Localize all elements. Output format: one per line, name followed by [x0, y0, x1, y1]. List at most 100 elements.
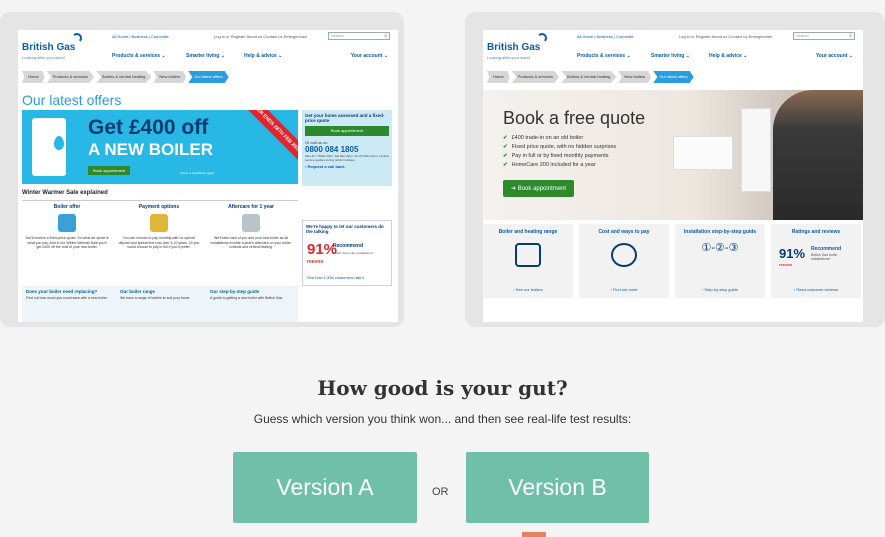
- search-icon: ⌕: [384, 33, 387, 39]
- nav-account: Your account ⌄: [350, 53, 388, 59]
- bottom-title: Our boiler range: [120, 289, 156, 294]
- water-drop-icon: [54, 136, 64, 150]
- boiler-icon: [32, 118, 66, 176]
- breadcrumb-current: Our latest offers: [653, 71, 694, 83]
- flame-icon: [537, 33, 547, 43]
- arrow-circle-icon: ➜: [511, 186, 518, 192]
- hero-banner: Book a free quote ✔ £400 trade-in on an o…: [483, 90, 863, 220]
- rating-recommend: Recommend: [333, 243, 364, 249]
- breadcrumb-item: Boilers & central heating: [96, 71, 152, 83]
- version-b-button[interactable]: Version B: [466, 452, 649, 523]
- benefit-list: ✔ £400 trade-in on an old boiler ✔ Fixed p…: [503, 134, 616, 170]
- top-links: All Home | Business | Corporate: [577, 34, 634, 39]
- calculator-icon: [150, 214, 168, 232]
- offer-title: Payment options: [138, 204, 180, 210]
- see-reviews-link: See how 1,336 customers rate it: [307, 275, 365, 280]
- boiler-icon: [58, 214, 76, 232]
- sidebar-title: Get your home assessed and a fixed-price…: [305, 113, 385, 123]
- bottom-text: A guide to getting a new boiler with Bri…: [210, 296, 283, 300]
- check-icon: ✔: [503, 135, 508, 141]
- quiz-instructions: Guess which version you think won... and…: [253, 412, 632, 426]
- radiator-image: [673, 136, 733, 170]
- tile-link: › Step-by-step guide: [701, 287, 739, 292]
- steps-icon: ①-②-③: [701, 242, 739, 254]
- check-icon: ✔: [503, 153, 508, 159]
- nav-products: Products & services ⌄: [112, 53, 166, 59]
- offer-column: Payment options You can choose to pay mo…: [114, 201, 204, 275]
- version-b-card: British Gas Looking after your world All…: [465, 12, 885, 327]
- tile-link: › See our boilers: [513, 287, 543, 292]
- tile-installation: Installation step-by-step guide ①-②-③ › …: [675, 224, 765, 298]
- search-input: Search ⌕: [328, 32, 390, 40]
- tile-cost: Cost and ways to pay › Find out more: [579, 224, 669, 298]
- tile-link: › Read customer reviews: [793, 287, 839, 292]
- reevoo-logo: reevoo: [779, 262, 793, 267]
- hero-banner: Get £400 off A NEW BOILER Book appointme…: [22, 110, 298, 184]
- radiator-icon: [242, 214, 260, 232]
- scroll-indicator: [522, 532, 546, 537]
- breadcrumb-item: New boilers: [153, 71, 187, 83]
- breadcrumb-current: Our latest offers: [188, 71, 229, 83]
- nav-account: Your account ⌄: [815, 53, 853, 59]
- quote-sidebar: Get your home assessed and a fixed-price…: [302, 110, 392, 186]
- bottom-column: Our boiler range We have a range of boil…: [120, 289, 208, 301]
- version-a-screenshot: British Gas Looking after your world All…: [18, 30, 398, 322]
- tile-title: Ratings and reviews: [791, 229, 841, 235]
- nav-help: Help & advice ⌄: [244, 53, 283, 59]
- breadcrumb-item: Home: [487, 71, 510, 83]
- version-a-card: British Gas Looking after your world All…: [0, 12, 404, 327]
- hero-title: Book a free quote: [503, 108, 646, 128]
- brand-tagline: Looking after your world: [487, 55, 530, 60]
- hero-subheadline: A NEW BOILER: [88, 140, 213, 159]
- bottom-title: Our step-by-step guide: [210, 289, 260, 294]
- breadcrumb-item: New boilers: [618, 71, 652, 83]
- rating-subtext: British Gas boiler installations*: [811, 253, 838, 261]
- tile-boiler-range: Boiler and heating range › See our boile…: [483, 224, 573, 298]
- version-b-screenshot: British Gas Looking after your world All…: [483, 30, 863, 322]
- bottom-column: Does your boiler need replacing? Find ou…: [26, 289, 114, 301]
- tile-title: Cost and ways to pay: [598, 229, 650, 235]
- section-title: Winter Warmer Sale explained: [22, 190, 108, 196]
- sidebar-book-button: Book appointment: [305, 126, 389, 136]
- breadcrumb: Home Products & services Boilers & centr…: [487, 71, 696, 83]
- flame-icon: [72, 33, 82, 43]
- benefit-item: ✔ Pay in full or by fixed monthly payment…: [503, 153, 609, 159]
- offer-text: We'll take care of you and your new boil…: [210, 236, 292, 249]
- breadcrumb-item: Products & services: [46, 71, 95, 83]
- version-a-button[interactable]: Version A: [233, 452, 417, 523]
- tile-title: Boiler and heating range: [498, 229, 558, 235]
- brand-logo: British Gas: [487, 42, 541, 53]
- brand-tagline: Looking after your world: [22, 55, 65, 60]
- rating-recommend: Recommend: [811, 246, 842, 252]
- check-icon: ✔: [503, 144, 508, 150]
- benefit-item: ✔ HomeCare 200 included for a year: [503, 162, 596, 168]
- tile-ratings: Ratings and reviews 91% Recommend Britis…: [771, 224, 861, 298]
- offer-columns: Boiler offer You'll receive a fixed-pric…: [22, 200, 298, 274]
- callback-link: › Request a call back: [305, 164, 345, 169]
- offer-title: Aftercare for 1 year: [228, 204, 274, 210]
- bottom-title: Does your boiler need replacing?: [26, 289, 98, 294]
- feature-tiles: Boiler and heating range › See our boile…: [483, 224, 863, 302]
- boiler-icon: [515, 243, 541, 267]
- brand-logo: British Gas: [22, 42, 76, 53]
- offer-column: Boiler offer You'll receive a fixed-pric…: [22, 201, 112, 275]
- terms-note: Terms & Conditions apply: [180, 171, 215, 175]
- breadcrumb-item: Products & services: [511, 71, 560, 83]
- phone-number: 0800 084 1805: [305, 145, 359, 154]
- reevoo-logo: reevoo: [307, 259, 324, 265]
- top-links: All Home | Business | Corporate: [112, 34, 169, 39]
- offer-text: You can choose to pay monthly with no up…: [118, 236, 200, 249]
- offer-ribbon: OFFER ENDS 28TH FEB 2015: [238, 110, 298, 164]
- nav-help: Help & advice ⌄: [709, 53, 748, 59]
- opening-hours: Mon-Fri 7:30am-8pm, Sat 8am-5pm, Sun 8:3…: [305, 154, 389, 162]
- site-header: British Gas Looking after your world All…: [18, 30, 398, 66]
- boiler-image: [741, 108, 771, 192]
- benefit-item: ✔ Fixed price quote, with no hidden surpr…: [503, 144, 617, 150]
- check-icon: ✔: [503, 162, 508, 168]
- engineer-photo: [773, 90, 863, 220]
- rating-subtext: British Gas boiler installations*: [333, 251, 374, 255]
- bottom-text: Find out how much you could save with a …: [26, 296, 107, 300]
- nav-smarter-living: Smarter living ⌄: [186, 53, 225, 59]
- book-appointment-button: ➜ Book appointment: [503, 180, 575, 197]
- hero-headline: Get £400 off: [88, 116, 209, 139]
